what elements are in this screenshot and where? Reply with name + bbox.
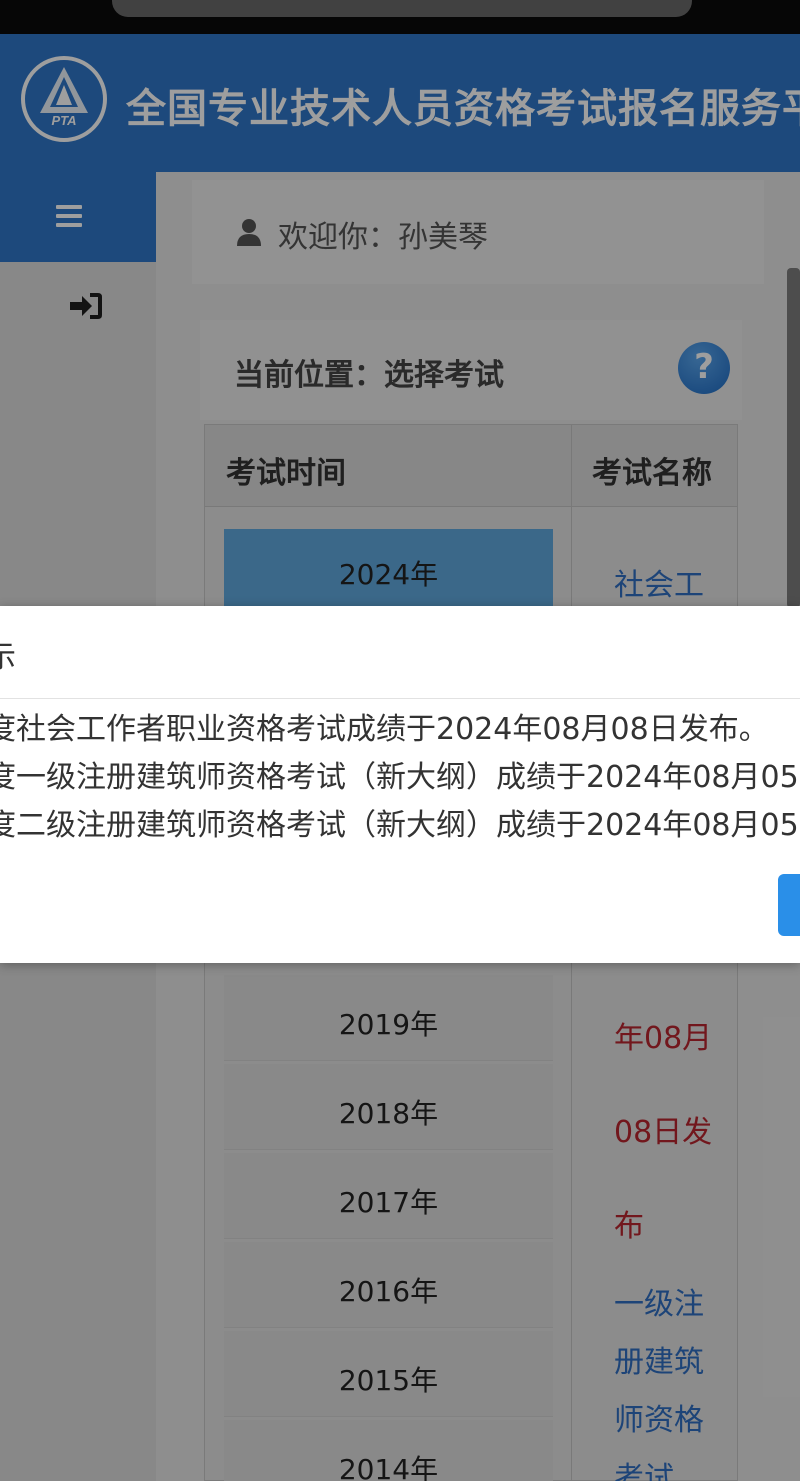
pta-logo-icon: PTA xyxy=(21,56,107,142)
welcome-text: 欢迎你：孙美琴 xyxy=(278,220,488,255)
notice-text: 08日发 xyxy=(614,1115,713,1150)
user-icon xyxy=(237,219,261,246)
year-label: 2014年 xyxy=(338,1453,439,1481)
year-label: 2018年 xyxy=(338,1097,439,1130)
year-label: 2019年 xyxy=(338,1008,439,1041)
year-button[interactable]: 2017年 xyxy=(224,1153,553,1239)
dialog-confirm-button[interactable] xyxy=(778,874,800,936)
hamburger-icon-bar xyxy=(56,205,82,209)
year-label: 2016年 xyxy=(338,1275,439,1308)
year-button[interactable]: 2018年 xyxy=(224,1064,553,1150)
exam-name-column: 年08月 08日发 布 一级注 册建筑 师资格 考试 xyxy=(614,1010,734,1481)
menu-button[interactable] xyxy=(0,172,156,262)
site-title: 全国专业技术人员资格考试报名服务平台 xyxy=(126,86,800,132)
exam-name-link[interactable]: 考试 xyxy=(614,1450,734,1481)
exam-name-link[interactable]: 册建筑 xyxy=(614,1334,734,1392)
dialog-message: 度社会工作者职业资格考试成绩于2024年08月08日发布。 xyxy=(0,712,769,747)
hamburger-icon-bar xyxy=(56,214,82,218)
dialog-message: 度一级注册建筑师资格考试（新大纲）成绩于2024年08月05 xyxy=(0,760,799,795)
notice-dialog: 示 度社会工作者职业资格考试成绩于2024年08月08日发布。 度一级注册建筑师… xyxy=(0,606,800,963)
dialog-title: 示 xyxy=(0,640,16,675)
dialog-divider xyxy=(0,698,800,699)
exam-name-link[interactable]: 师资格 xyxy=(614,1392,734,1450)
notice-text: 年08月 xyxy=(614,1021,713,1056)
logo-text: PTA xyxy=(51,113,76,128)
notice-text: 布 xyxy=(614,1209,644,1244)
help-icon[interactable]: ? xyxy=(678,342,730,394)
year-label: 2017年 xyxy=(338,1186,439,1219)
year-button[interactable]: 2015年 xyxy=(224,1331,553,1417)
exam-name-link[interactable]: 一级注 xyxy=(614,1276,734,1334)
breadcrumb: 当前位置：选择考试 xyxy=(234,358,504,393)
year-button[interactable]: 2016年 xyxy=(224,1242,553,1328)
page-scrollbar[interactable] xyxy=(787,268,800,608)
year-label: 2015年 xyxy=(338,1364,439,1397)
hamburger-icon-bar xyxy=(56,223,82,227)
year-label: 2024年 xyxy=(338,558,439,591)
exam-name-link[interactable]: 社会工 xyxy=(614,560,704,604)
status-bar xyxy=(0,0,800,34)
year-button-selected[interactable]: 2024年 xyxy=(224,529,553,609)
logout-icon[interactable] xyxy=(68,290,104,322)
dialog-message: 度二级注册建筑师资格考试（新大纲）成绩于2024年08月05 xyxy=(0,808,799,843)
year-button[interactable]: 2014年 xyxy=(224,1420,553,1481)
year-button[interactable]: 2019年 xyxy=(224,975,553,1061)
site-header: PTA 全国专业技术人员资格考试报名服务平台 xyxy=(0,34,800,172)
header-exam-name: 考试名称 xyxy=(592,456,712,491)
notch-pill xyxy=(112,0,692,17)
header-exam-time: 考试时间 xyxy=(226,456,346,491)
